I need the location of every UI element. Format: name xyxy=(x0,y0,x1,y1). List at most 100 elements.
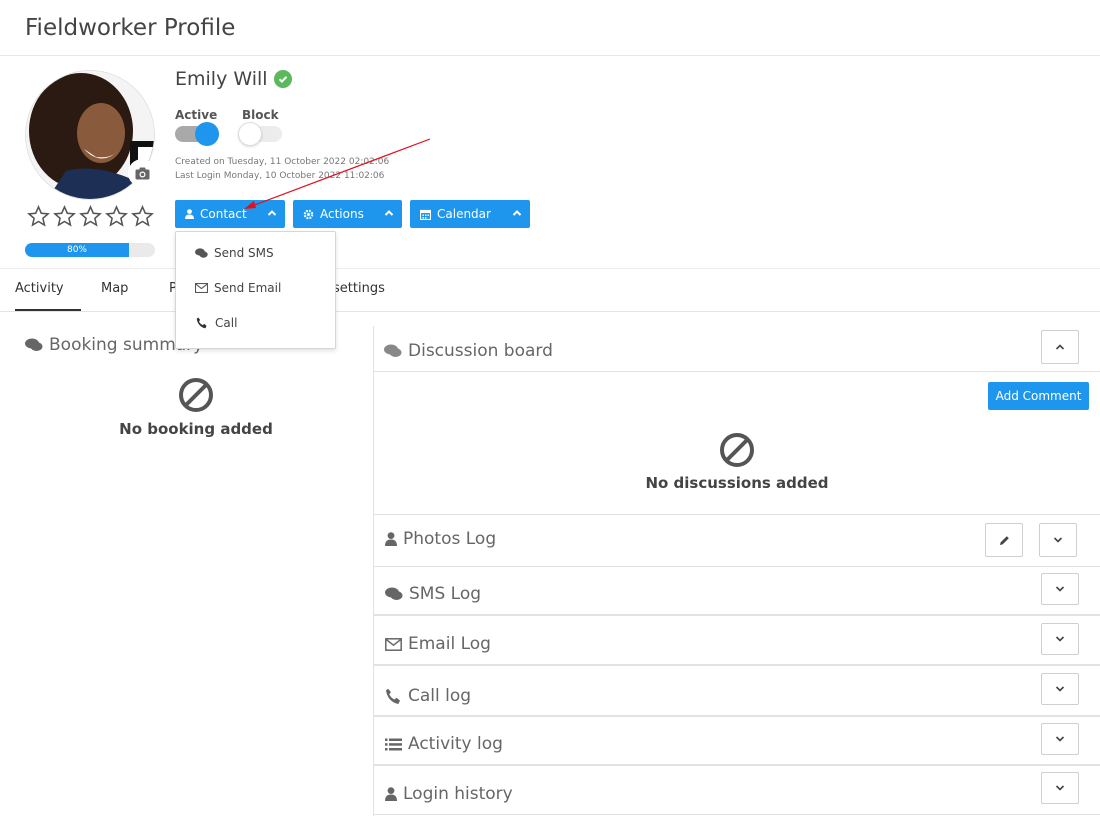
menu-item-send-sms[interactable]: Send SMS xyxy=(195,246,274,260)
user-icon xyxy=(185,209,194,219)
tab-activity[interactable]: Activity xyxy=(15,281,64,296)
photos-log-header[interactable]: Photos Log xyxy=(385,529,496,549)
chevron-up-icon xyxy=(512,210,522,216)
chevron-down-icon xyxy=(1055,586,1065,592)
email-log-divider xyxy=(373,664,1100,666)
sms-log-title: SMS Log xyxy=(409,584,482,604)
login-history-header[interactable]: Login history xyxy=(385,784,513,804)
email-log-header[interactable]: Email Log xyxy=(385,634,491,654)
tab-settings[interactable]: settings xyxy=(333,281,385,296)
block-toggle[interactable] xyxy=(238,122,282,146)
contact-button[interactable]: Contact xyxy=(175,200,285,228)
menu-item-send-email[interactable]: Send Email xyxy=(195,281,281,295)
title-divider xyxy=(0,55,1100,56)
phone-icon xyxy=(385,688,401,704)
rating-stars[interactable] xyxy=(27,205,154,228)
discussion-board-header: Discussion board xyxy=(384,341,553,361)
right-panel-border xyxy=(373,326,374,816)
verified-check-icon xyxy=(273,70,292,88)
chevron-down-icon xyxy=(1055,686,1065,692)
tab-map[interactable]: Map xyxy=(101,281,128,296)
discussion-divider xyxy=(373,371,1100,372)
photos-log-divider xyxy=(373,566,1100,567)
no-booking-text: No booking added xyxy=(119,420,273,438)
sms-log-expand-button[interactable] xyxy=(1041,573,1079,605)
photos-log-expand-button[interactable] xyxy=(1039,523,1077,557)
star-icon[interactable] xyxy=(27,205,50,228)
page-title: Fieldworker Profile xyxy=(25,15,236,41)
chevron-up-icon xyxy=(1055,344,1065,350)
chevron-down-icon xyxy=(1055,736,1065,742)
active-toggle[interactable] xyxy=(175,122,219,146)
envelope-icon xyxy=(385,637,402,651)
camera-icon xyxy=(135,167,149,179)
gear-icon xyxy=(303,209,314,219)
envelope-icon xyxy=(195,283,208,293)
photos-log-edit-button[interactable] xyxy=(985,523,1023,557)
tabs-top-divider xyxy=(0,268,1100,269)
name-row: Emily Will xyxy=(175,68,292,90)
comments-icon xyxy=(384,344,402,357)
star-icon[interactable] xyxy=(53,205,76,228)
chevron-up-icon xyxy=(384,210,394,216)
call-log-divider xyxy=(373,715,1100,717)
actions-button-label: Actions xyxy=(320,207,364,221)
calendar-button[interactable]: Calendar xyxy=(410,200,530,228)
calendar-button-label: Calendar xyxy=(437,207,491,221)
add-comment-button[interactable]: Add Comment xyxy=(988,382,1089,410)
menu-item-label: Call xyxy=(215,316,238,330)
active-label: Active xyxy=(175,108,218,122)
no-entry-icon xyxy=(179,378,213,412)
photos-log-title: Photos Log xyxy=(403,529,497,549)
user-icon xyxy=(385,787,397,801)
list-icon xyxy=(385,738,402,750)
sms-log-divider xyxy=(373,614,1100,616)
last-login-text: Last Login Monday, 10 October 2022 11:02… xyxy=(175,171,385,181)
call-log-expand-button[interactable] xyxy=(1041,673,1079,705)
discussion-board-title: Discussion board xyxy=(408,341,553,361)
discussion-collapse-button[interactable] xyxy=(1041,330,1079,364)
login-history-divider xyxy=(373,814,1100,815)
star-icon[interactable] xyxy=(79,205,102,228)
tabs-divider xyxy=(0,311,1100,312)
star-icon[interactable] xyxy=(131,205,154,228)
comments-icon xyxy=(25,338,43,351)
progress-fill: 80% xyxy=(25,243,129,257)
actions-button[interactable]: Actions xyxy=(293,200,402,228)
login-history-title: Login history xyxy=(403,784,513,804)
call-log-header[interactable]: Call log xyxy=(385,686,471,706)
activity-log-divider xyxy=(373,764,1100,766)
calendar-icon xyxy=(420,209,431,220)
email-log-title: Email Log xyxy=(408,634,491,654)
user-icon xyxy=(385,532,397,546)
pencil-icon xyxy=(999,535,1009,545)
chevron-down-icon xyxy=(1055,785,1065,791)
no-discussions-text: No discussions added xyxy=(645,474,829,492)
menu-item-label: Send Email xyxy=(214,281,282,295)
activity-log-header[interactable]: Activity log xyxy=(385,734,503,754)
chevron-down-icon xyxy=(1055,636,1065,642)
block-toggle-knob xyxy=(238,122,262,146)
profile-completion-bar: 80% xyxy=(25,243,155,257)
comments-icon xyxy=(195,247,208,258)
contact-button-label: Contact xyxy=(200,207,247,221)
activity-log-title: Activity log xyxy=(408,734,503,754)
chevron-down-icon xyxy=(1053,537,1063,543)
change-photo-button[interactable] xyxy=(128,159,156,187)
sms-log-header[interactable]: SMS Log xyxy=(385,584,481,604)
contact-dropdown-menu: Send SMS Send Email Call xyxy=(175,231,336,349)
active-toggle-knob xyxy=(195,122,219,146)
menu-item-label: Send SMS xyxy=(214,246,274,260)
comments-icon xyxy=(385,587,403,600)
menu-item-call[interactable]: Call xyxy=(195,316,237,330)
login-history-expand-button[interactable] xyxy=(1041,772,1079,804)
email-log-expand-button[interactable] xyxy=(1041,623,1079,655)
annotation-arrow xyxy=(244,138,431,209)
photos-log-top-divider xyxy=(373,514,1100,515)
chevron-up-icon xyxy=(267,210,277,216)
call-log-title: Call log xyxy=(408,686,472,706)
phone-icon xyxy=(196,317,207,329)
no-entry-icon xyxy=(720,433,754,467)
activity-log-expand-button[interactable] xyxy=(1041,723,1079,755)
star-icon[interactable] xyxy=(105,205,128,228)
